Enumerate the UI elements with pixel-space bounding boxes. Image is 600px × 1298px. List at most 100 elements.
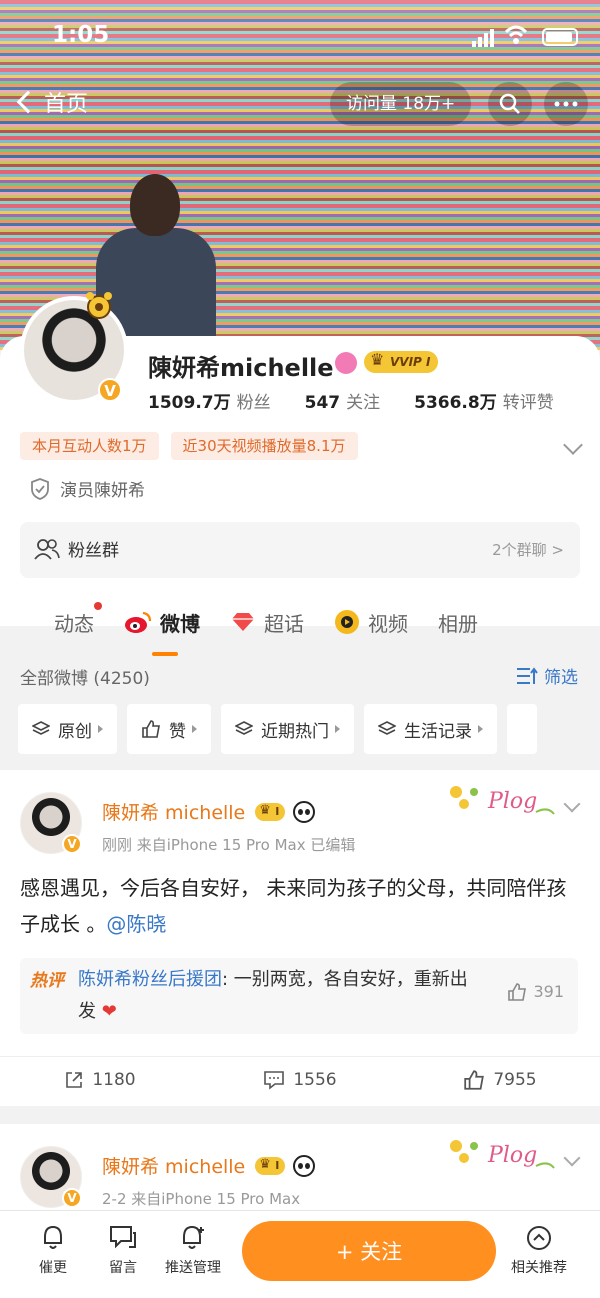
- thumb-up-icon: [142, 720, 160, 738]
- plog-text: Plog: [487, 1143, 537, 1168]
- status-bar: 1:05: [0, 0, 600, 72]
- more-button[interactable]: [544, 82, 588, 126]
- tab-label: 微博: [160, 611, 200, 636]
- notification-dot: [94, 602, 102, 610]
- fan-group-count: 2个群聊 >: [492, 541, 564, 559]
- stat-number: 547: [304, 393, 341, 413]
- tab-super-topic[interactable]: 超话: [230, 598, 304, 646]
- plog-sticker-icon: Plog: [450, 1140, 555, 1169]
- push-settings-button[interactable]: 推送管理: [158, 1225, 228, 1277]
- profile-stats: 1509.7万 粉丝 547 关注 5366.8万 转评赞: [148, 388, 588, 413]
- filter-button[interactable]: 筛选: [516, 663, 578, 688]
- post-author[interactable]: 陳妍希 michelle I: [102, 1152, 316, 1179]
- repost-count: 1180: [92, 1069, 136, 1090]
- repost-button[interactable]: 1180: [0, 1057, 200, 1102]
- bell-plus-icon: [183, 1225, 204, 1249]
- comment-button[interactable]: 1556: [200, 1057, 400, 1102]
- thumb-up-icon: [464, 1069, 485, 1090]
- post-meta: 刚刚 来自iPhone 15 Pro Max 已编辑: [102, 836, 356, 854]
- mention-link[interactable]: @陈晓: [106, 912, 166, 936]
- stat-fans[interactable]: 1509.7万 粉丝: [148, 388, 271, 413]
- more-dots-icon: [554, 101, 578, 107]
- tag-video-views[interactable]: 近30天视频播放量8.1万: [170, 432, 358, 460]
- back-chevron-icon: [16, 90, 40, 114]
- panda-icon: [293, 800, 316, 823]
- post-more-chevron-icon[interactable]: [563, 795, 581, 813]
- stat-label: 关注: [346, 393, 381, 413]
- stat-number: 5366.8万: [414, 393, 497, 413]
- chip-recent-hot[interactable]: 近期热门: [221, 704, 354, 754]
- post-meta: 2-2 来自iPhone 15 Pro Max: [102, 1190, 301, 1208]
- stat-following[interactable]: 547 关注: [305, 388, 381, 413]
- chip-liked[interactable]: 赞: [127, 704, 211, 754]
- tab-album[interactable]: 相册: [438, 598, 478, 646]
- plog-text: Plog: [487, 789, 537, 814]
- related-recommend-button[interactable]: 相关推荐: [504, 1225, 574, 1277]
- video-icon: [335, 610, 359, 634]
- chip-label: 生活记录: [404, 721, 472, 742]
- verified-badge: V: [62, 1188, 82, 1208]
- signal-icon: [472, 28, 496, 47]
- diamond-icon: [232, 613, 254, 631]
- post-actions: 1180 1556 7955: [0, 1056, 600, 1102]
- profile-page: 1:05 首页 访问量 18万+ V 陳妍希michelle ♛ VVIP I …: [0, 0, 600, 1298]
- heart-icon: ❤: [101, 1001, 117, 1022]
- vip-crown-badge: I: [255, 802, 286, 821]
- filter-header: 全部微博 (4250) 筛选: [0, 650, 600, 702]
- layers-icon: [235, 721, 253, 735]
- expand-chevron-icon[interactable]: [563, 435, 583, 455]
- verification-info: 演员陳妍希: [30, 476, 145, 501]
- like-button[interactable]: 7955: [400, 1057, 600, 1102]
- bottom-item-label: 相关推荐: [511, 1260, 567, 1276]
- tab-label: 相册: [438, 611, 478, 636]
- hot-comment-like[interactable]: 391: [507, 982, 564, 1001]
- follow-button[interactable]: + 关注: [242, 1221, 496, 1281]
- plog-sticker-icon: Plog: [450, 786, 555, 815]
- post-text: 感恩遇见，今后各自安好， 未来同为孩子的父母，共同陪伴孩子成长 。@陈晓: [20, 870, 580, 942]
- hot-like-count: 391: [533, 982, 564, 1001]
- hot-comment[interactable]: 热评 陈妍希粉丝后援团: 一别两宽，各自安好，重新出发 ❤ 391: [20, 958, 578, 1034]
- profile-tags: 本月互动人数1万 近30天视频播放量8.1万: [20, 432, 370, 460]
- post-author[interactable]: 陳妍希 michelle I: [102, 798, 316, 825]
- hot-comment-text: 陈妍希粉丝后援团: 一别两宽，各自安好，重新出发 ❤: [78, 964, 468, 1028]
- tab-activity[interactable]: 动态: [54, 598, 102, 646]
- comment-icon: [264, 1070, 285, 1090]
- verified-badge: V: [62, 834, 82, 854]
- stat-number: 1509.7万: [148, 393, 231, 413]
- bell-icon: [44, 1225, 62, 1249]
- filter-icon: [517, 666, 538, 684]
- fan-group-row[interactable]: 粉丝群 2个群聊 >: [20, 522, 580, 578]
- chip-label: 赞: [169, 721, 186, 742]
- visits-badge[interactable]: 访问量 18万+: [330, 82, 472, 126]
- urge-update-button[interactable]: 催更: [18, 1225, 88, 1277]
- stat-interactions[interactable]: 5366.8万 转评赞: [414, 388, 554, 413]
- message-button[interactable]: 留言: [88, 1225, 158, 1277]
- chip-life-record[interactable]: 生活记录: [364, 704, 497, 754]
- post-card[interactable]: V 陳妍希 michelle I 刚刚 来自iPhone 15 Pro Max …: [0, 770, 600, 1106]
- tab-video[interactable]: 视频: [334, 598, 408, 646]
- back-button[interactable]: 首页: [14, 86, 88, 118]
- avatar-decoration-icon: [86, 292, 112, 319]
- fan-group-label: 粉丝群: [68, 541, 119, 561]
- post-more-chevron-icon[interactable]: [563, 1149, 581, 1167]
- chip-more[interactable]: [507, 704, 537, 754]
- verified-badge: V: [98, 378, 122, 402]
- fan-group-icon: [34, 538, 60, 560]
- chip-original[interactable]: 原创: [18, 704, 117, 754]
- hot-comment-author[interactable]: 陈妍希粉丝后援团: [78, 969, 222, 990]
- search-button[interactable]: [488, 82, 532, 126]
- filter-label: 筛选: [544, 668, 578, 688]
- post-author-name: 陳妍希 michelle: [102, 1156, 246, 1178]
- comment-count: 1556: [293, 1069, 337, 1090]
- filter-chips: 原创 赞 近期热门 生活记录: [18, 704, 547, 754]
- status-time: 1:05: [52, 22, 110, 48]
- vip-badge[interactable]: VVIP I: [364, 349, 439, 373]
- stat-label: 转评赞: [502, 393, 554, 413]
- battery-icon: [542, 28, 578, 46]
- bottom-item-label: 催更: [39, 1260, 67, 1276]
- back-label: 首页: [44, 92, 89, 117]
- tag-monthly-interactions[interactable]: 本月互动人数1万: [20, 432, 159, 460]
- tab-weibo[interactable]: 微博: [124, 598, 200, 656]
- member-icon[interactable]: [335, 352, 357, 374]
- bottom-item-label: 留言: [109, 1260, 137, 1276]
